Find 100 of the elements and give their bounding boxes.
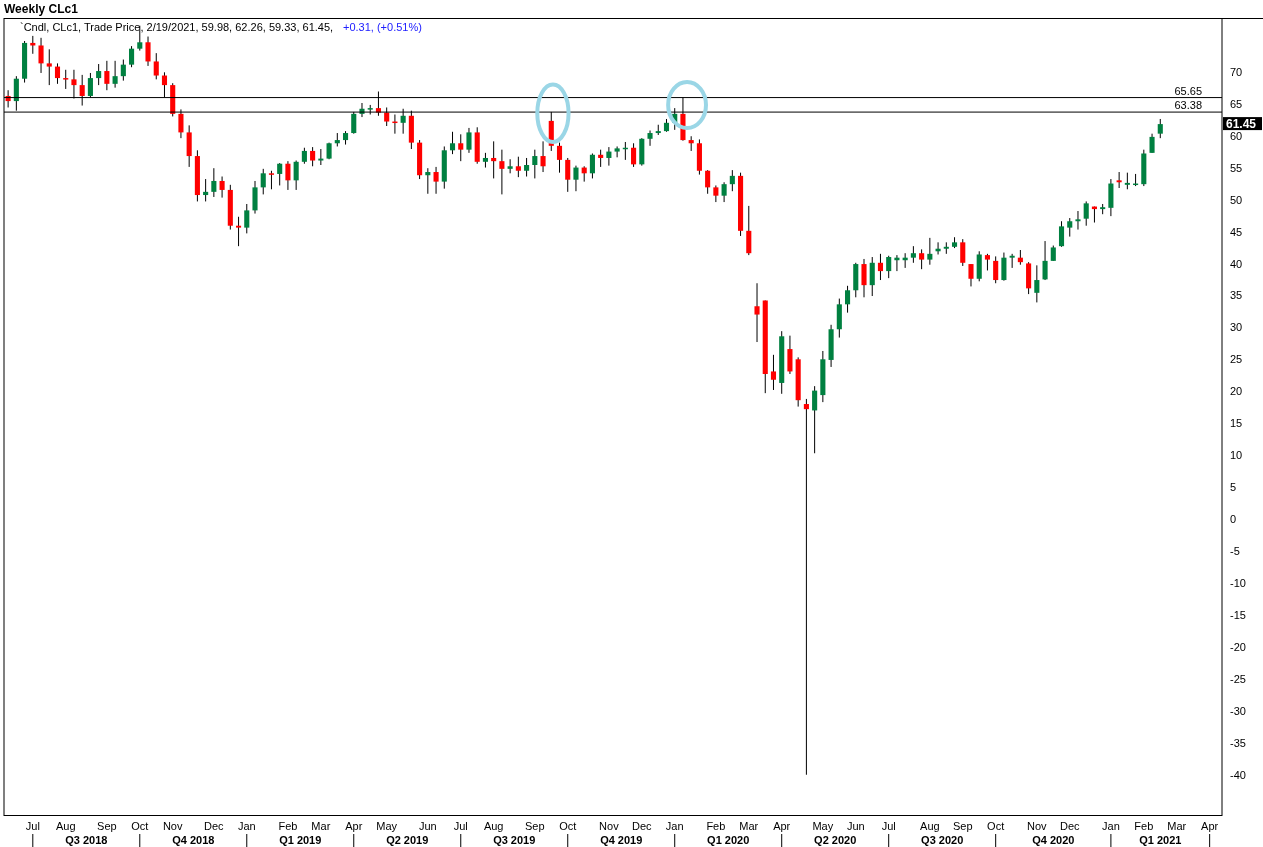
month-label: Mar bbox=[1167, 820, 1187, 832]
month-label: Oct bbox=[131, 820, 149, 832]
candlestick bbox=[285, 160, 291, 191]
candlestick bbox=[631, 142, 637, 168]
candlestick bbox=[1017, 249, 1023, 266]
candlestick bbox=[351, 111, 357, 135]
month-label: Jan bbox=[665, 820, 684, 832]
candlestick bbox=[696, 138, 702, 176]
candlestick bbox=[425, 167, 431, 195]
candlestick bbox=[680, 96, 686, 142]
quarter-label: Q3 2019 bbox=[493, 834, 536, 846]
candlestick bbox=[540, 140, 546, 173]
line-value-label: 65.65 bbox=[1174, 84, 1202, 97]
month-label: Jan bbox=[1102, 820, 1120, 832]
axis-label: 55 bbox=[1230, 161, 1243, 174]
month-label: Mar bbox=[311, 820, 331, 832]
candlestick bbox=[13, 75, 19, 112]
month-label: Apr bbox=[345, 820, 363, 832]
candlestick bbox=[836, 298, 842, 339]
candlestick bbox=[984, 253, 990, 271]
axis-label: 10 bbox=[1230, 449, 1243, 462]
candlestick bbox=[589, 153, 595, 179]
candlestick bbox=[334, 132, 340, 147]
candlestick bbox=[252, 180, 258, 215]
month-label: Oct bbox=[987, 820, 1005, 832]
candlestick bbox=[565, 157, 571, 193]
candlestick bbox=[186, 124, 192, 168]
candlestick bbox=[301, 147, 307, 165]
month-label: Apr bbox=[1201, 820, 1219, 832]
candlestick bbox=[268, 170, 274, 190]
axis-label: -5 bbox=[1230, 545, 1240, 558]
candlestick bbox=[1067, 217, 1073, 238]
candlestick bbox=[104, 60, 110, 91]
candlestick bbox=[343, 130, 349, 146]
month-label: Jul bbox=[25, 820, 40, 832]
candlestick bbox=[952, 236, 958, 249]
price-change-text: +0.31, (+0.51%) bbox=[343, 21, 422, 33]
axis-label: -20 bbox=[1230, 641, 1246, 653]
candlestick bbox=[721, 181, 727, 203]
month-label: May bbox=[376, 820, 398, 832]
candlestick bbox=[260, 168, 266, 195]
month-label: Dec bbox=[632, 820, 652, 832]
candlestick bbox=[293, 160, 299, 191]
quarter-label: Q1 2020 bbox=[707, 834, 750, 846]
candlestick bbox=[1091, 206, 1097, 223]
candlestick bbox=[845, 285, 851, 314]
candlestick bbox=[787, 335, 793, 375]
candlestick bbox=[244, 203, 250, 234]
candlestick bbox=[869, 256, 875, 297]
candlestick bbox=[96, 63, 102, 86]
month-label: Sep bbox=[952, 820, 973, 832]
quarter-label: Q1 2021 bbox=[1139, 834, 1182, 846]
candlestick bbox=[548, 111, 554, 152]
candlestick bbox=[754, 282, 760, 343]
candlestick bbox=[861, 258, 867, 298]
candlestick bbox=[943, 241, 949, 255]
axis-label: 50 bbox=[1230, 193, 1243, 206]
candlestick bbox=[22, 40, 28, 84]
month-label: Oct bbox=[559, 820, 577, 832]
candlestick bbox=[219, 176, 225, 199]
candlestick bbox=[828, 324, 834, 368]
candlestick bbox=[853, 262, 859, 298]
candlestick bbox=[178, 108, 184, 139]
axis-label: -40 bbox=[1230, 768, 1246, 781]
candlestick bbox=[433, 166, 439, 195]
candlestick bbox=[417, 139, 423, 180]
candlestick bbox=[1141, 149, 1147, 187]
axis-label: 60 bbox=[1230, 129, 1243, 142]
axis-label: 30 bbox=[1230, 321, 1243, 334]
candlestick bbox=[367, 104, 373, 115]
candlestick bbox=[71, 69, 77, 100]
candlestick bbox=[581, 165, 587, 183]
axis-label: 70 bbox=[1230, 65, 1243, 78]
candlestick bbox=[38, 37, 44, 74]
candlestick bbox=[779, 330, 785, 395]
candlestick bbox=[1157, 118, 1163, 139]
candlestick bbox=[976, 250, 982, 282]
candlestick bbox=[738, 172, 744, 237]
candlestick bbox=[318, 148, 324, 166]
candlestick bbox=[705, 169, 711, 195]
candlestick bbox=[375, 91, 381, 117]
quarter-label: Q4 2019 bbox=[600, 834, 643, 846]
candlestick bbox=[449, 131, 456, 155]
axis-label: -10 bbox=[1230, 577, 1246, 590]
candlestick bbox=[515, 156, 521, 178]
quarter-label: Q2 2019 bbox=[386, 834, 429, 846]
quarter-label: Q3 2018 bbox=[65, 834, 108, 846]
axis-label: 0 bbox=[1230, 513, 1237, 526]
candlestick bbox=[87, 72, 93, 98]
candlestick bbox=[573, 165, 579, 192]
candlestick bbox=[227, 184, 233, 231]
month-label: Sep bbox=[97, 820, 117, 832]
candlestick bbox=[1001, 252, 1007, 282]
candlestick bbox=[894, 254, 900, 272]
candlestick bbox=[968, 263, 974, 287]
candlestick bbox=[1116, 171, 1122, 189]
candlestick bbox=[1026, 261, 1032, 295]
quarter-label: Q2 2020 bbox=[814, 834, 857, 846]
candlestick bbox=[507, 158, 513, 174]
candlestick bbox=[491, 140, 497, 179]
